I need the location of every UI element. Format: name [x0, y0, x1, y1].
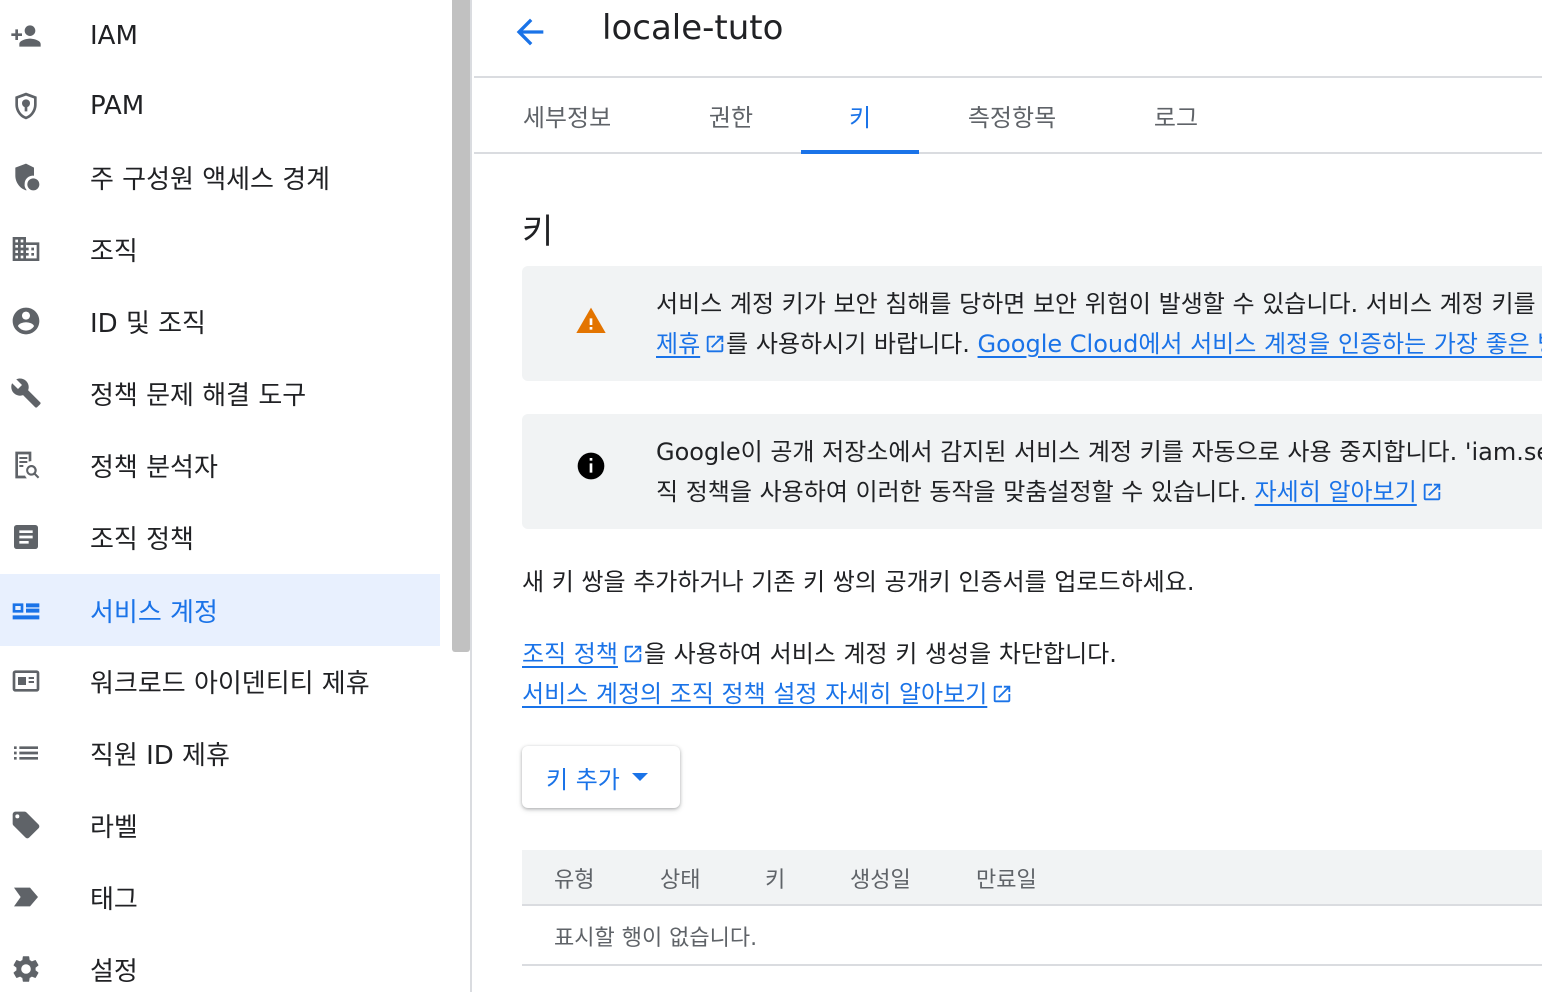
sidebar-item-identity-organization[interactable]: ID 및 조직 — [0, 285, 440, 357]
page-title: locale-tuto — [602, 8, 783, 48]
description-text: 새 키 쌍을 추가하거나 기존 키 쌍의 공개키 인증서를 업로드하세요. — [522, 562, 1194, 602]
gear-icon — [10, 953, 42, 985]
sidebar-item-label: 정책 문제 해결 도구 — [90, 375, 306, 412]
tab-permissions[interactable]: 권한 — [686, 78, 776, 152]
external-link-icon — [1421, 475, 1443, 497]
back-button[interactable] — [508, 10, 552, 54]
sidebar-item-label: 직원 ID 제휴 — [90, 735, 230, 772]
policy-search-icon — [10, 449, 42, 481]
warning-line-1: 서비스 계정 키가 보안 침해를 당하면 보안 위험이 발생할 수 있습니다. … — [656, 284, 1542, 324]
organization-icon — [10, 233, 42, 265]
sidebar-item-iam[interactable]: IAM — [0, 0, 440, 72]
warning-banner: 서비스 계정 키가 보안 침해를 당하면 보안 위험이 발생할 수 있습니다. … — [522, 266, 1542, 381]
sidebar-item-labels[interactable]: 라벨 — [0, 789, 440, 861]
warning-line-2-text: 를 사용하시기 바랍니다. — [726, 330, 970, 358]
tab-details[interactable]: 세부정보 — [510, 78, 624, 152]
add-key-label: 키 추가 — [546, 760, 620, 795]
sidebar-item-label: 주 구성원 액세스 경계 — [90, 159, 330, 196]
page-header: locale-tuto — [474, 0, 1542, 78]
info-line-2: 직 정책을 사용하여 이러한 동작을 맞춤설정할 수 있습니다. 자세히 알아보… — [656, 472, 1542, 512]
list-icon — [10, 737, 42, 769]
column-header-key[interactable]: 키 — [765, 862, 785, 894]
sidebar: IAM PAM 주 구성원 액세스 경계 조직 ID 및 조직 정책 문제 해결… — [0, 0, 440, 992]
sidebar-item-label: ID 및 조직 — [90, 303, 206, 340]
sidebar-item-label: PAM — [90, 91, 144, 121]
org-policy-learn-more-link[interactable]: 서비스 계정의 조직 정책 설정 자세히 알아보기 — [522, 680, 987, 708]
sidebar-item-label: 서비스 계정 — [90, 592, 218, 629]
sidebar-item-service-accounts[interactable]: 서비스 계정 — [0, 574, 440, 646]
person-add-icon — [10, 20, 42, 52]
column-header-type[interactable]: 유형 — [554, 862, 594, 894]
arrow-back-icon — [510, 12, 550, 52]
account-circle-icon — [10, 305, 42, 337]
sidebar-item-policy-analyzer[interactable]: 정책 분석자 — [0, 429, 440, 501]
sidebar-item-label: 조직 정책 — [90, 519, 194, 556]
sidebar-item-policy-troubleshooter[interactable]: 정책 문제 해결 도구 — [0, 357, 440, 429]
tab-bar: 세부정보 권한 키 측정항목 로그 — [474, 78, 1542, 154]
sidebar-item-org-policies[interactable]: 조직 정책 — [0, 501, 440, 573]
column-header-expires[interactable]: 만료일 — [976, 862, 1037, 894]
external-link-icon — [622, 637, 644, 659]
document-icon — [10, 521, 42, 553]
info-line-1: Google이 공개 저장소에서 감지된 서비스 계정 키를 자동으로 사용 중… — [656, 432, 1542, 472]
warning-line-2: 제휴 를 사용하시기 바랍니다. Google Cloud에서 서비스 계정을 인… — [656, 324, 1542, 364]
sidebar-item-label: 조직 — [90, 231, 138, 268]
tag-icon — [10, 881, 42, 913]
external-link-icon — [991, 677, 1013, 699]
org-policy-link[interactable]: 조직 정책 — [522, 640, 618, 668]
sidebar-item-label: 정책 분석자 — [90, 447, 218, 484]
learn-more-link[interactable]: 자세히 알아보기 — [1255, 478, 1417, 506]
sidebar-item-organization[interactable]: 조직 — [0, 213, 440, 285]
add-key-button[interactable]: 키 추가 — [522, 746, 680, 808]
warning-text: 서비스 계정 키가 보안 침해를 당하면 보안 위험이 발생할 수 있습니다. … — [656, 284, 1542, 364]
column-header-status[interactable]: 상태 — [660, 862, 700, 894]
id-card-icon — [10, 665, 42, 697]
dropdown-arrow-icon — [632, 773, 648, 781]
tab-logs[interactable]: 로그 — [1134, 78, 1218, 152]
column-header-created[interactable]: 생성일 — [850, 862, 911, 894]
sidebar-item-label: 태그 — [90, 879, 138, 916]
federation-link[interactable]: 제휴 — [656, 330, 700, 358]
label-icon — [10, 809, 42, 841]
sidebar-item-workload-identity-federation[interactable]: 워크로드 아이덴티티 제휴 — [0, 645, 440, 717]
sidebar-item-principal-access-boundary[interactable]: 주 구성원 액세스 경계 — [0, 141, 440, 213]
tab-metrics[interactable]: 측정항목 — [954, 78, 1070, 152]
sidebar-item-workforce-identity-federation[interactable]: 직원 ID 제휴 — [0, 717, 440, 789]
main-content: locale-tuto 세부정보 권한 키 측정항목 로그 키 서비스 계정 키… — [474, 0, 1542, 992]
info-text: Google이 공개 저장소에서 감지된 서비스 계정 키를 자동으로 사용 중… — [656, 432, 1542, 512]
best-practices-link[interactable]: Google Cloud에서 서비스 계정을 인증하는 가장 좋은 방법 — [978, 330, 1542, 358]
wrench-icon — [10, 377, 42, 409]
info-banner: Google이 공개 저장소에서 감지된 서비스 계정 키를 자동으로 사용 중… — [522, 414, 1542, 529]
policy-note: 조직 정책 을 사용하여 서비스 계정 키 생성을 차단합니다. 서비스 계정의 … — [522, 634, 1117, 714]
shield-person-icon — [10, 161, 42, 193]
external-link-icon — [704, 327, 726, 349]
sidebar-scrollbar-thumb[interactable] — [452, 0, 470, 652]
service-account-icon — [10, 594, 42, 626]
warning-icon — [574, 304, 608, 338]
sidebar-item-label: 설정 — [90, 951, 138, 988]
section-title: 키 — [522, 204, 553, 253]
sidebar-item-tags[interactable]: 태그 — [0, 861, 440, 933]
sidebar-item-pam[interactable]: PAM — [0, 70, 440, 142]
table-row: 표시할 행이 없습니다. — [522, 906, 1542, 966]
table-header: 유형 상태 키 생성일 만료일 — [522, 850, 1542, 906]
shield-lock-icon — [10, 90, 42, 122]
sidebar-item-label: 라벨 — [90, 807, 138, 844]
tab-keys[interactable]: 키 — [801, 78, 919, 152]
sidebar-item-label: 워크로드 아이덴티티 제휴 — [90, 663, 370, 700]
sidebar-item-label: IAM — [90, 21, 138, 51]
sidebar-item-settings[interactable]: 설정 — [0, 933, 440, 1005]
policy-note-text: 을 사용하여 서비스 계정 키 생성을 차단합니다. — [644, 640, 1117, 668]
empty-table-message: 표시할 행이 없습니다. — [554, 920, 757, 952]
info-icon — [574, 449, 608, 483]
